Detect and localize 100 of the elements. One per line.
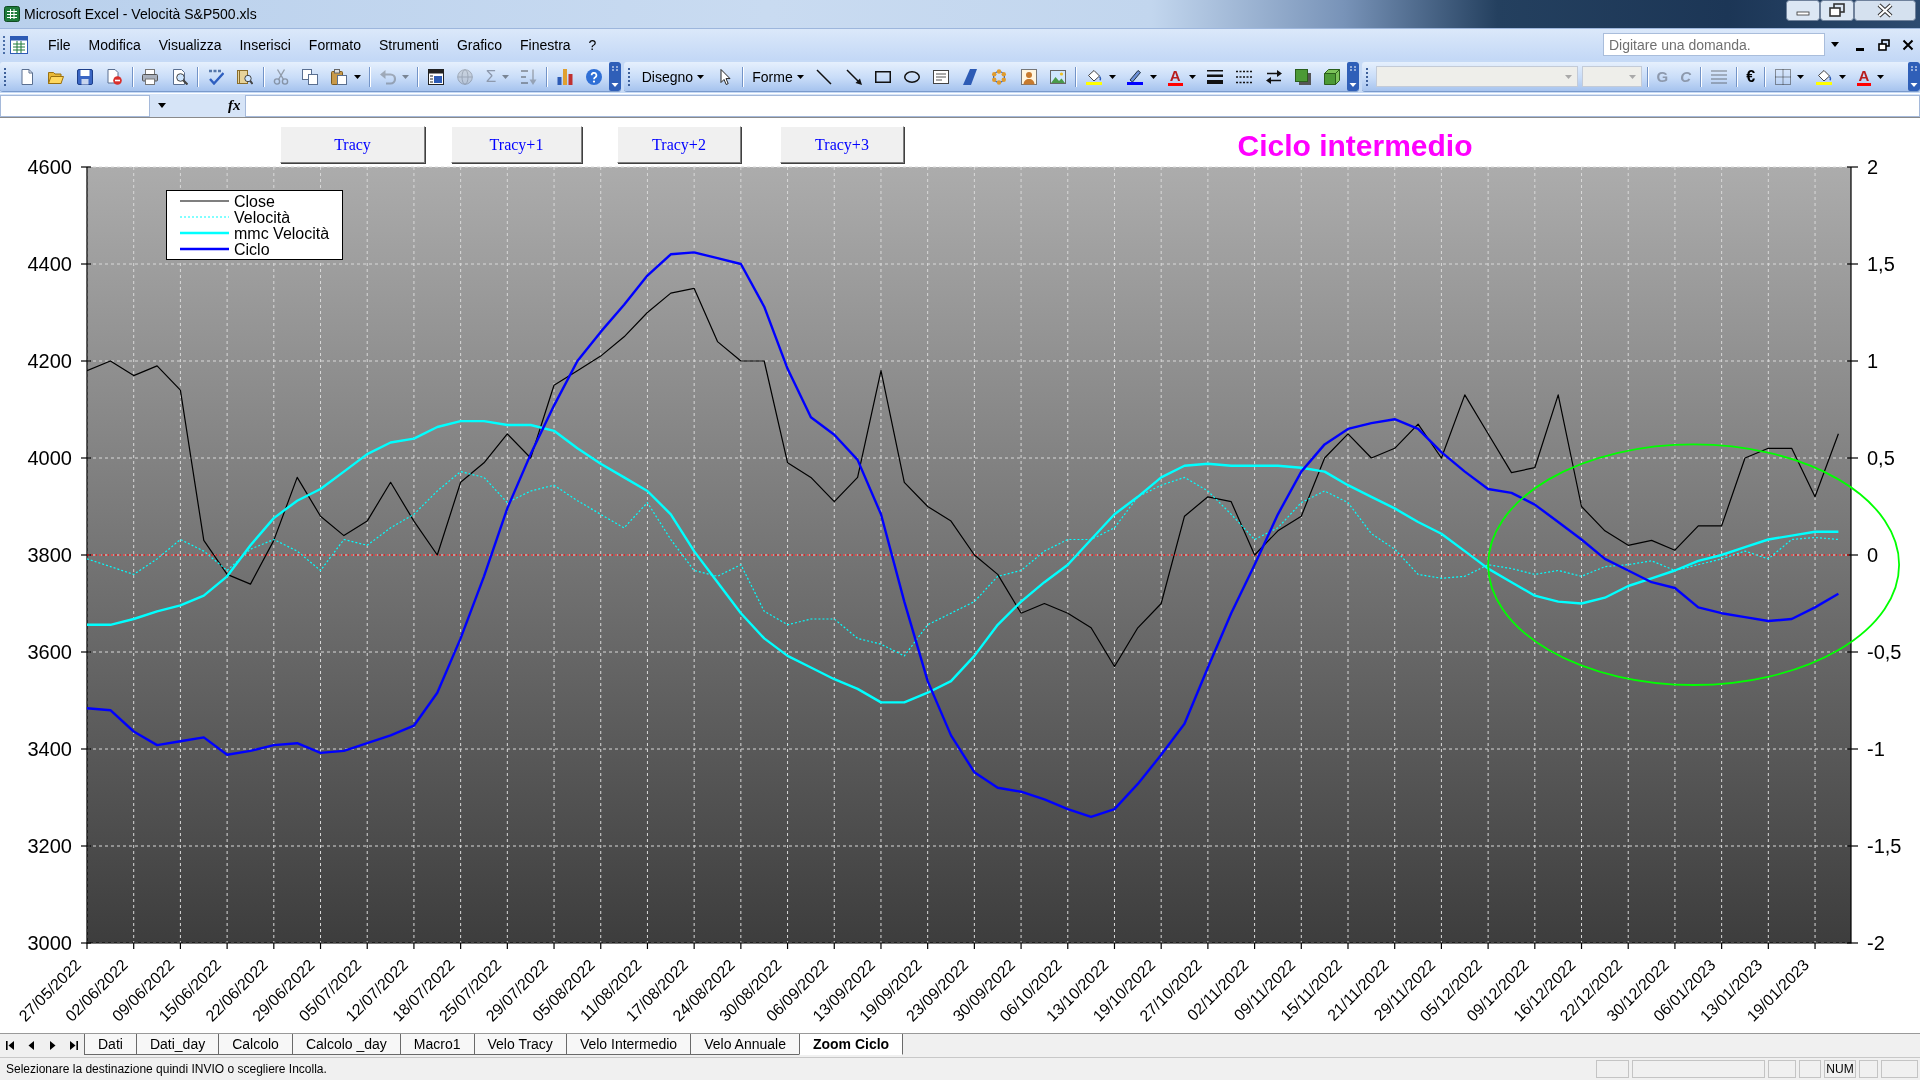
sheet-tab[interactable]: Velo Tracy: [473, 1034, 566, 1055]
help-icon[interactable]: [586, 68, 603, 85]
caret-icon[interactable]: [796, 74, 804, 79]
chevron-icon[interactable]: [1346, 62, 1359, 91]
axis-label: 2: [1867, 156, 1879, 178]
legend-label: Ciclo: [234, 241, 270, 258]
line-icon[interactable]: [816, 68, 833, 85]
restore-icon[interactable]: [1820, 0, 1854, 21]
formula-field[interactable]: [245, 94, 1920, 117]
macro-button[interactable]: Tracy: [280, 126, 425, 163]
landscape-picture-icon[interactable]: [1049, 68, 1066, 85]
sheet-tab[interactable]: Macro1: [399, 1034, 474, 1055]
right-arrow-icon[interactable]: [48, 1041, 57, 1050]
caret-icon[interactable]: [354, 74, 362, 79]
caret-icon[interactable]: [1831, 42, 1839, 47]
grid-icon[interactable]: [1774, 68, 1791, 85]
macro-button[interactable]: Tracy+1: [451, 126, 582, 163]
blank-page-icon[interactable]: [18, 68, 35, 85]
axis-label: -0,5: [1867, 641, 1902, 663]
left-arrow-icon[interactable]: [27, 1041, 36, 1050]
currency-button[interactable]: €: [1740, 64, 1762, 89]
caret-icon[interactable]: [158, 103, 166, 108]
caret-icon[interactable]: [1188, 74, 1196, 79]
restore-icon[interactable]: [1878, 38, 1890, 51]
legend-label: Velocità: [234, 209, 291, 226]
function-symbol[interactable]: fx: [228, 97, 245, 114]
axis-label: 4200: [27, 350, 72, 372]
grip-handle-icon[interactable]: [627, 66, 631, 87]
sheet-tab[interactable]: Calcolo _day: [291, 1034, 400, 1055]
printer-icon[interactable]: [142, 68, 159, 85]
first-arrow-icon[interactable]: [6, 1041, 15, 1050]
caret-icon[interactable]: [1108, 74, 1116, 79]
oval-icon[interactable]: [903, 68, 920, 85]
sheet-tab[interactable]: Dati: [84, 1034, 136, 1055]
line-weights-icon[interactable]: [1207, 68, 1224, 85]
menu-item[interactable]: Grafico: [447, 36, 511, 53]
menu-item[interactable]: Formato: [299, 36, 370, 53]
axis-label: 3800: [27, 544, 72, 566]
caret-icon[interactable]: [697, 74, 705, 79]
font-color-button[interactable]: A: [1850, 64, 1878, 89]
chevron-icon[interactable]: [1908, 62, 1920, 91]
axis-label: 4600: [27, 156, 72, 178]
sheet-tab[interactable]: Calcolo: [218, 1034, 292, 1055]
menu-item[interactable]: Strumenti: [369, 36, 448, 53]
bar-chart-icon[interactable]: [556, 68, 573, 85]
sheet-tab[interactable]: Velo Intermedio: [565, 1034, 691, 1055]
close-icon[interactable]: [1854, 0, 1916, 21]
chart-title: Ciclo intermedio: [1237, 129, 1473, 162]
paint-bucket-icon[interactable]: [1815, 68, 1832, 85]
help-search-field[interactable]: Digitare una domanda.: [1603, 33, 1825, 56]
double-arrows-icon[interactable]: [1265, 68, 1282, 85]
window-grid-icon[interactable]: [427, 68, 444, 85]
grip-handle-icon[interactable]: [3, 34, 6, 55]
clipboard-icon[interactable]: [331, 68, 348, 85]
legend-key-icon: [180, 231, 229, 235]
slanted-shape-icon[interactable]: [962, 68, 979, 85]
menu-item[interactable]: Modifica: [79, 36, 150, 53]
cube-icon[interactable]: [1323, 68, 1340, 85]
caret-icon[interactable]: [1838, 74, 1846, 79]
rectangle-icon[interactable]: [874, 68, 891, 85]
shadow-square-icon[interactable]: [1294, 68, 1311, 85]
axis-label: 3400: [27, 738, 72, 760]
name-box-field[interactable]: [0, 94, 150, 117]
sheet-tab[interactable]: Velo Annuale: [690, 1034, 799, 1055]
caret-icon[interactable]: [1797, 74, 1805, 79]
menu-item[interactable]: File: [39, 36, 80, 53]
status-message: Selezionare la destinazione quindi INVIO o scegliere Incolla.: [6, 1062, 327, 1076]
caret-icon[interactable]: [1149, 74, 1157, 79]
macro-button[interactable]: Tracy+2: [617, 126, 741, 163]
check-mark-icon[interactable]: [207, 68, 224, 85]
menu-item[interactable]: Inserisci: [230, 36, 300, 53]
menu-item[interactable]: Visualizza: [149, 36, 231, 53]
last-arrow-icon[interactable]: [69, 1041, 78, 1050]
sheet-tab[interactable]: Dati_day: [135, 1034, 219, 1055]
macro-button[interactable]: Tracy+3: [780, 126, 904, 163]
menu-item[interactable]: Finestra: [511, 36, 580, 53]
dot-ring-icon[interactable]: [991, 68, 1008, 85]
spreadsheet-icon[interactable]: [4, 6, 20, 22]
close-icon[interactable]: [1902, 38, 1914, 51]
legend-label: Close: [234, 193, 275, 210]
arrow-icon[interactable]: [845, 68, 862, 85]
grip-handle-icon[interactable]: [4, 66, 7, 87]
menu-button[interactable]: Disegno: [635, 64, 711, 89]
page-magnifier-icon[interactable]: [171, 68, 188, 85]
grip-handle-icon[interactable]: [1365, 66, 1369, 87]
font-color-button[interactable]: A: [1161, 64, 1189, 89]
text-box-icon[interactable]: [933, 68, 950, 85]
paint-bucket-icon[interactable]: [1086, 68, 1102, 85]
book-magnifier-icon[interactable]: [236, 68, 253, 85]
menu-item[interactable]: ?: [579, 36, 606, 53]
copy-icon[interactable]: [302, 68, 319, 85]
page-badge-icon[interactable]: [106, 68, 123, 85]
menu-button[interactable]: Forme: [746, 64, 810, 89]
chevron-icon[interactable]: [608, 62, 621, 91]
person-silhouette-icon[interactable]: [1020, 68, 1037, 85]
dashed-lines-icon[interactable]: [1236, 68, 1253, 85]
sheet-tab[interactable]: Zoom Ciclo: [798, 1034, 904, 1055]
caret-icon[interactable]: [1877, 74, 1885, 79]
brush-icon[interactable]: [1127, 68, 1144, 85]
spreadsheet-icon[interactable]: [9, 34, 29, 55]
